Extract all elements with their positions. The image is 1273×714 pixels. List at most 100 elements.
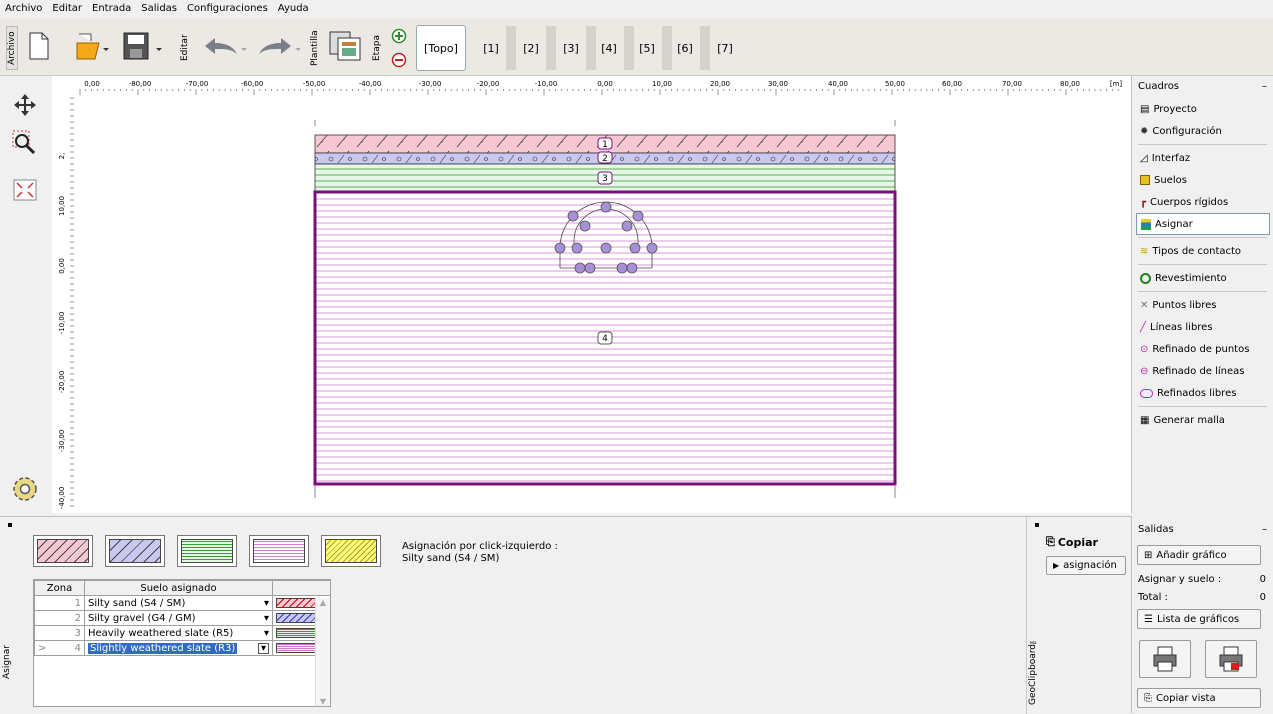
geoclipboard-assign-button[interactable]: ▶ asignación	[1046, 556, 1126, 575]
remove-stage-button[interactable]	[388, 50, 410, 70]
assign-soil-label: Asignar y suelo :	[1138, 574, 1222, 585]
add-graph-button[interactable]: ⊞ Añadir gráfico	[1137, 545, 1261, 565]
table-row[interactable]: 2 Silty gravel (G4 / GM) ▾	[34, 610, 331, 626]
zone-number: 1	[34, 595, 85, 611]
tunnel-point[interactable]	[571, 242, 583, 254]
menu-configuraciones[interactable]: Configuraciones	[182, 0, 273, 14]
outputs-minimize-button[interactable]: –	[1262, 524, 1267, 535]
frame-lineas-libres[interactable]: ╱ Líneas libres	[1132, 316, 1273, 338]
outputs-panel: Salidas – ⊞ Añadir gráfico Asignar y suel…	[1131, 516, 1273, 713]
tunnel-point[interactable]	[646, 242, 658, 254]
template-button[interactable]	[326, 28, 366, 64]
soil-swatch-3[interactable]	[177, 535, 237, 567]
table-row[interactable]: 1 Silty sand (S4 / SM) ▾	[34, 595, 331, 611]
open-file-button[interactable]	[74, 28, 110, 64]
stage-3-tab[interactable]: [3]	[558, 25, 584, 71]
menu-ayuda[interactable]: Ayuda	[273, 0, 314, 14]
y-tick-label: 2,	[58, 153, 66, 160]
stage-topo-tab[interactable]: [Topo]	[416, 25, 466, 71]
panel-grip	[8, 523, 12, 527]
tunnel-point[interactable]	[616, 262, 628, 274]
frame-cuerpos-rigidos[interactable]: ┏ Cuerpos rígidos	[1132, 191, 1273, 213]
soil-select[interactable]: Silty sand (S4 / SM) ▾	[84, 595, 273, 611]
y-tick-label: 0,00	[58, 258, 66, 274]
mesh-icon: ▦	[1140, 414, 1150, 426]
redo-button[interactable]	[254, 30, 304, 62]
add-stage-button[interactable]	[388, 26, 410, 46]
model-view[interactable]: 0,00 -80,00 -70,00 -60,00 -50,00 -40,00 -30,00…	[52, 76, 1131, 513]
tunnel-point[interactable]	[629, 242, 641, 254]
tunnel-point[interactable]	[626, 262, 638, 274]
graph-list-button[interactable]: ☰ Lista de gráficos	[1137, 609, 1261, 629]
frame-revestimiento[interactable]: Revestimiento	[1132, 267, 1273, 289]
stage-separator	[662, 26, 672, 70]
dropdown-arrow-icon[interactable]: ▾	[264, 613, 269, 624]
frame-suelos[interactable]: Suelos	[1132, 169, 1273, 191]
soil-swatch-1[interactable]	[33, 535, 93, 567]
stage-2-tab[interactable]: [2]	[518, 25, 544, 71]
tunnel-point[interactable]	[584, 262, 596, 274]
frame-refinado-de-lineas[interactable]: ⊖ Refinado de líneas	[1132, 360, 1273, 382]
frame-puntos-libres[interactable]: ✕ Puntos libres	[1132, 294, 1273, 316]
soil-swatch-2[interactable]	[105, 535, 165, 567]
pan-button[interactable]	[10, 90, 40, 120]
vertical-ruler: 2, 10,00 0,00 -10,00 -20,00 -30,00 -40,00	[58, 97, 74, 509]
settings-button[interactable]	[6, 472, 44, 506]
frame-refinado-de-puntos[interactable]: ⊙ Refinado de puntos	[1132, 338, 1273, 360]
undo-button[interactable]	[198, 30, 250, 62]
table-scrollbar[interactable]: ▲ ▼	[315, 598, 330, 706]
frame-generar-malla[interactable]: ▦ Generar malla	[1132, 409, 1273, 431]
menu-editar[interactable]: Editar	[47, 0, 87, 14]
tunnel-point[interactable]	[567, 210, 579, 222]
tunnel-point[interactable]	[554, 242, 566, 254]
print-button[interactable]	[1139, 640, 1191, 678]
tunnel-point[interactable]	[574, 262, 586, 274]
frames-minimize-button[interactable]: –	[1262, 81, 1267, 93]
assign-btn-label: asignación	[1063, 560, 1117, 571]
copy-view-button[interactable]: ⎘ Copiar vista	[1137, 688, 1261, 708]
soil-swatch-5[interactable]	[321, 535, 381, 567]
soil-name: Heavily weathered slate (R5)	[88, 627, 234, 639]
zoom-button[interactable]	[10, 128, 40, 158]
frame-proyecto[interactable]: ▤ Proyecto	[1132, 98, 1273, 120]
geoclipboard-copy-button[interactable]: ⎘ Copiar	[1046, 535, 1098, 549]
stage-4-tab[interactable]: [4]	[596, 25, 622, 71]
scroll-up-icon[interactable]: ▲	[316, 598, 330, 607]
frame-refinados-libres[interactable]: Refinados libres	[1132, 382, 1273, 404]
dropdown-arrow-icon[interactable]: ▾	[264, 598, 269, 609]
frame-label: Suelos	[1154, 174, 1187, 186]
tunnel-point[interactable]	[621, 220, 633, 232]
frame-tipos-de-contacto[interactable]: ≋ Tipos de contacto	[1132, 240, 1273, 262]
tunnel-point[interactable]	[579, 220, 591, 232]
soil-select[interactable]: Slightly weathered slate (R3) ▾	[84, 640, 273, 656]
zoom-extents-button[interactable]	[10, 176, 40, 204]
archivo-group-label: Archivo	[6, 26, 18, 70]
soil-select[interactable]: Silty gravel (G4 / GM) ▾	[84, 610, 273, 626]
stage-7-tab[interactable]: [7]	[712, 25, 738, 71]
frame-interfaz[interactable]: ◿ Interfaz	[1132, 147, 1273, 169]
stage-1-tab[interactable]: [1]	[478, 25, 504, 71]
frame-label: Refinados libres	[1157, 387, 1237, 399]
scroll-down-icon[interactable]: ▼	[316, 697, 330, 706]
drawing-canvas[interactable]: 0,00 -80,00 -70,00 -60,00 -50,00 -40,00 -30,00…	[52, 76, 1131, 513]
stage-5-tab[interactable]: [5]	[634, 25, 660, 71]
soil-select[interactable]: Heavily weathered slate (R5) ▾	[84, 625, 273, 641]
dropdown-arrow-icon[interactable]: ▾	[257, 642, 269, 654]
frame-configuracion[interactable]: ✹ Configuración	[1132, 120, 1273, 142]
menu-archivo[interactable]: Archivo	[0, 0, 47, 14]
tunnel-point[interactable]	[600, 201, 612, 213]
print-export-button[interactable]	[1205, 640, 1257, 678]
frame-asignar[interactable]: Asignar	[1136, 213, 1270, 235]
assign-icon	[1141, 218, 1151, 230]
save-button[interactable]	[120, 28, 170, 64]
tunnel-point[interactable]	[600, 242, 612, 254]
soil-swatch-4[interactable]	[249, 535, 309, 567]
table-row-selected[interactable]: >4 Slightly weathered slate (R3) ▾	[34, 640, 331, 656]
menu-entrada[interactable]: Entrada	[87, 0, 136, 14]
new-file-button[interactable]	[24, 28, 54, 64]
menu-salidas[interactable]: Salidas	[136, 0, 182, 14]
stage-6-tab[interactable]: [6]	[672, 25, 698, 71]
tunnel-point[interactable]	[632, 210, 644, 222]
table-row[interactable]: 3 Heavily weathered slate (R5) ▾	[34, 625, 331, 641]
dropdown-arrow-icon[interactable]: ▾	[264, 628, 269, 639]
